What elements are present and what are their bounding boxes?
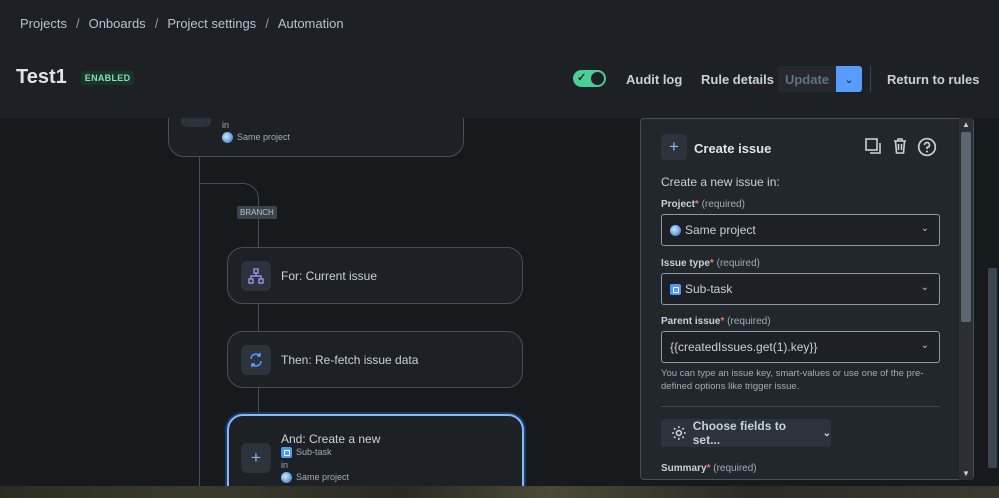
desktop-background: [0, 486, 999, 498]
refresh-icon-box: [241, 345, 271, 375]
and-card-project: Same project: [281, 472, 350, 484]
required-star: *: [720, 316, 725, 327]
and-card-label: And: Create a new: [281, 432, 381, 446]
hierarchy-icon: [248, 268, 264, 284]
trash-icon[interactable]: [890, 137, 910, 157]
and-card-type: Sub-task: [281, 447, 332, 459]
for-card-label: For: Current issue: [281, 269, 378, 283]
globe-icon: [670, 224, 681, 236]
toggle-knob: [591, 72, 604, 85]
trigger-card-icon: [181, 118, 211, 127]
update-button[interactable]: Update: [778, 66, 836, 92]
chevron-down-icon: ⌄: [920, 223, 929, 234]
scrollbar-thumb[interactable]: [988, 268, 997, 468]
required-text: (required): [701, 199, 745, 210]
enable-toggle[interactable]: ✓: [573, 70, 606, 87]
required-star: *: [694, 199, 699, 210]
divider: [661, 406, 940, 407]
connector-line: [258, 388, 259, 414]
scroll-up-icon[interactable]: ▲: [962, 120, 970, 129]
create-issue-panel: + Create issue Create a new issue in: Pr…: [640, 118, 974, 480]
breadcrumb-separator: /: [75, 16, 80, 31]
plus-icon: +: [251, 448, 261, 467]
summary-label-text: Summary: [661, 463, 707, 474]
title-row: Test1 ENABLED: [16, 66, 135, 89]
chevron-down-icon: ⌄: [822, 427, 831, 439]
breadcrumb: Projects / Onboards / Project settings / Au…: [20, 16, 344, 31]
return-to-rules-button[interactable]: Return to rules: [887, 72, 979, 87]
help-icon[interactable]: [917, 137, 937, 157]
issue-type-select-value: Sub-task: [685, 282, 733, 296]
scroll-down-icon[interactable]: ▼: [962, 469, 970, 478]
chevron-down-icon: ⌄: [844, 73, 854, 86]
refresh-icon: [250, 353, 262, 367]
audit-log-button[interactable]: Audit log: [626, 72, 682, 87]
branch-tag: BRANCH: [237, 206, 277, 219]
parent-issue-select[interactable]: {{createdIssues.get(1).key}} ⌄: [661, 331, 940, 363]
parent-issue-field-label: Parent issue* (required): [661, 316, 771, 327]
issue-type-field-label: Issue type* (required): [661, 258, 760, 269]
divider: [870, 66, 871, 92]
gear-icon: [671, 426, 686, 440]
check-icon: ✓: [577, 72, 587, 84]
breadcrumb-separator: /: [265, 16, 269, 31]
and-card-project-label: Same project: [296, 472, 350, 482]
globe-icon: [222, 132, 233, 144]
globe-icon: [281, 472, 292, 484]
parent-label-text: Parent issue: [661, 316, 721, 327]
update-dropdown-button[interactable]: ⌄: [836, 66, 862, 92]
required-star: *: [709, 258, 714, 269]
plus-icon: +: [661, 134, 687, 160]
required-text: (required): [727, 316, 771, 327]
breadcrumb-project-settings[interactable]: Project settings: [167, 16, 256, 31]
parent-issue-help: You can type an issue key, smart-values …: [661, 368, 924, 392]
summary-field-label: Summary* (required): [661, 463, 757, 474]
and-card-type-label: Sub-task: [296, 447, 332, 457]
issue-type-select[interactable]: Sub-task ⌄: [661, 273, 940, 305]
trigger-card-project: Same project: [222, 132, 291, 144]
scrollbar-thumb[interactable]: [961, 132, 971, 322]
trigger-card-project-label: Same project: [237, 132, 291, 142]
page-scrollbar[interactable]: [986, 118, 999, 486]
add-icon-box: +: [241, 443, 271, 473]
breadcrumb-onboards[interactable]: Onboards: [89, 16, 146, 31]
rule-details-button[interactable]: Rule details: [701, 72, 774, 87]
page-title: Test1: [16, 66, 67, 88]
trigger-card[interactable]: in Same project: [168, 118, 464, 157]
project-select[interactable]: Same project ⌄: [661, 214, 940, 246]
and-card-in: in: [281, 460, 289, 470]
subtask-icon: [281, 447, 292, 459]
subtask-icon: [670, 283, 681, 295]
issue-type-label-text: Issue type: [661, 258, 710, 269]
breadcrumb-automation[interactable]: Automation: [278, 16, 344, 31]
breadcrumb-projects[interactable]: Projects: [20, 16, 67, 31]
choose-fields-label: Choose fields to set...: [692, 419, 787, 447]
then-card-label: Then: Re-fetch issue data: [281, 353, 419, 367]
chevron-down-icon: ⌄: [920, 282, 929, 293]
panel-title: Create issue: [694, 141, 772, 156]
required-text: (required): [713, 463, 757, 474]
choose-fields-button[interactable]: Choose fields to set... ⌄: [661, 419, 831, 447]
connector-line: [258, 304, 259, 331]
required-star: *: [706, 463, 711, 474]
status-badge: ENABLED: [80, 70, 135, 85]
and-card-selected[interactable]: + And: Create a new Sub-task in Same pro…: [227, 414, 524, 486]
duplicate-icon[interactable]: [863, 137, 883, 157]
parent-issue-value: {{createdIssues.get(1).key}}: [670, 340, 818, 354]
panel-scrollbar[interactable]: ▲ ▼: [959, 118, 973, 480]
panel-intro: Create a new issue in:: [661, 175, 780, 189]
branch-icon-box: [241, 261, 271, 291]
breadcrumb-separator: /: [154, 16, 159, 31]
then-card[interactable]: Then: Re-fetch issue data: [227, 331, 523, 388]
project-field-label: Project* (required): [661, 199, 745, 210]
connector-line: [258, 222, 259, 247]
chevron-down-icon: ⌄: [920, 340, 929, 351]
project-label-text: Project: [661, 199, 695, 210]
project-select-value: Same project: [685, 223, 756, 237]
trigger-card-in: in: [222, 120, 230, 130]
required-text: (required): [716, 258, 760, 269]
for-card[interactable]: For: Current issue: [227, 247, 523, 304]
